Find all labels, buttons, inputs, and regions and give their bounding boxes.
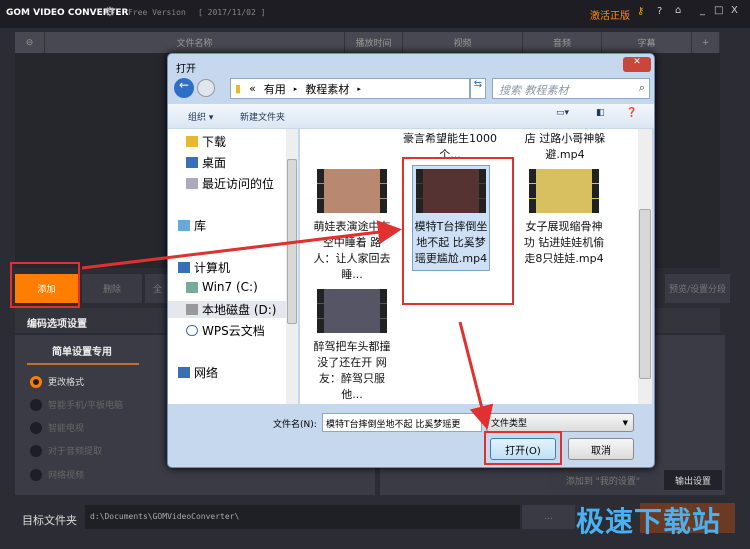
arrow-to-file — [81, 220, 402, 270]
annotation-arrows — [81, 220, 494, 430]
arrow-to-open — [458, 321, 494, 430]
